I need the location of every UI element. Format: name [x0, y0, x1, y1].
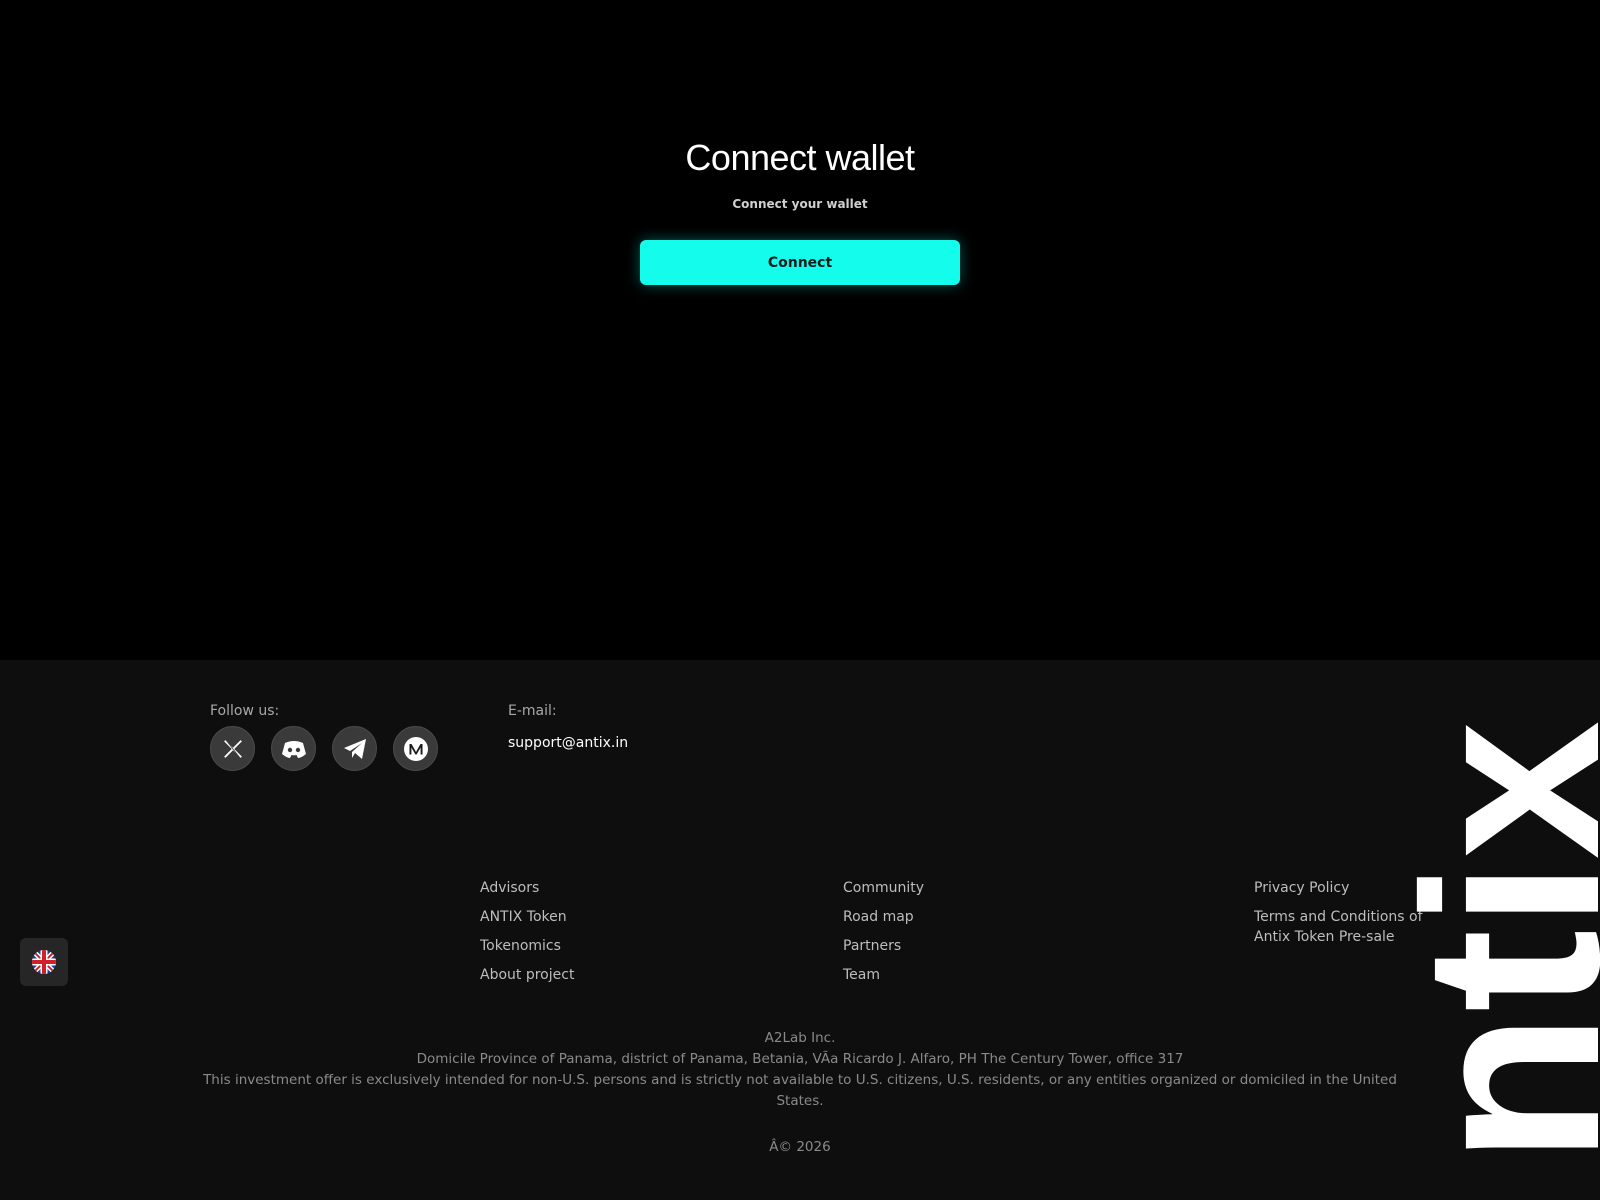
footer-link-road-map[interactable]: Road map: [843, 907, 924, 927]
brand-logo: ntix: [1400, 640, 1600, 1200]
x-link[interactable]: [210, 726, 255, 771]
follow-us-label: Follow us:: [210, 703, 280, 719]
footer-links-community: Community Road map Partners Team: [843, 878, 924, 985]
footer-link-antix-token[interactable]: ANTIX Token: [480, 907, 574, 927]
discord-link[interactable]: [271, 726, 316, 771]
medium-link[interactable]: [393, 726, 438, 771]
footer: Follow us: E-mail: support@antix.in Advi…: [0, 660, 1600, 1200]
company-address: Domicile Province of Panama, district of…: [416, 1051, 1184, 1067]
footer-links-legal: Privacy Policy Terms and Conditions of A…: [1254, 878, 1424, 947]
footer-links-project: Advisors ANTIX Token Tokenomics About pr…: [480, 878, 574, 985]
main-section: Connect wallet Connect your wallet Conne…: [0, 0, 1600, 660]
telegram-link[interactable]: [332, 726, 377, 771]
uk-flag-icon: [32, 950, 56, 974]
telegram-icon: [343, 738, 366, 759]
investment-disclaimer: This investment offer is exclusively int…: [203, 1072, 1397, 1109]
footer-link-advisors[interactable]: Advisors: [480, 878, 574, 898]
footer-link-team[interactable]: Team: [843, 965, 924, 985]
x-icon: [223, 739, 242, 758]
footer-link-partners[interactable]: Partners: [843, 936, 924, 956]
language-selector[interactable]: [20, 938, 68, 986]
company-name: A2Lab Inc.: [764, 1030, 836, 1046]
page-title: Connect wallet: [685, 137, 915, 178]
email-link[interactable]: support@antix.in: [508, 734, 628, 752]
footer-link-privacy-policy[interactable]: Privacy Policy: [1254, 878, 1424, 898]
email-label: E-mail:: [508, 703, 557, 719]
medium-icon: [403, 736, 428, 761]
legal-info: A2Lab Inc. Domicile Province of Panama, …: [190, 1028, 1410, 1112]
connect-button[interactable]: Connect: [640, 240, 960, 285]
copyright: Â© 2026: [769, 1139, 831, 1155]
social-links: [210, 726, 438, 771]
page-subtitle: Connect your wallet: [732, 197, 868, 211]
footer-link-tokenomics[interactable]: Tokenomics: [480, 936, 574, 956]
footer-link-community[interactable]: Community: [843, 878, 924, 898]
brand-logo-text: ntix: [1400, 721, 1600, 1165]
footer-link-about-project[interactable]: About project: [480, 965, 574, 985]
footer-link-terms[interactable]: Terms and Conditions of Antix Token Pre-…: [1254, 907, 1424, 947]
discord-icon: [281, 740, 306, 758]
